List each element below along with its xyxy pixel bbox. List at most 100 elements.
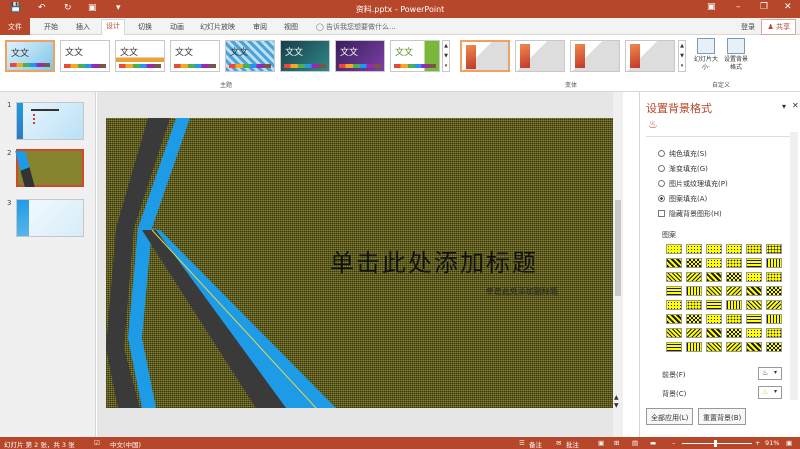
pattern-swatch[interactable] (706, 286, 722, 296)
slide-sorter-icon[interactable]: ⊞ (614, 439, 619, 447)
apply-to-all-button[interactable]: 全部应用(L) (646, 408, 694, 425)
pane-options-icon[interactable]: ▾ (782, 102, 786, 111)
restore-icon[interactable]: ❐ (760, 2, 768, 12)
option-pattern-fill[interactable]: 图案填充(A) (658, 194, 707, 204)
tab-animations[interactable]: 动画 (166, 21, 188, 33)
pattern-swatch[interactable] (666, 286, 682, 296)
minimize-icon[interactable]: – (736, 2, 741, 12)
theme-thumbnail[interactable]: 文文 (335, 40, 385, 72)
pattern-swatch[interactable] (726, 244, 742, 254)
current-slide[interactable]: 单击此处添加标题 单击此处添加副标题 (106, 118, 618, 408)
tab-slideshow[interactable]: 幻灯片放映 (196, 21, 239, 33)
foreground-color-button[interactable]: ♨ ▾ (758, 367, 782, 380)
pattern-swatch[interactable] (706, 314, 722, 324)
theme-thumbnail[interactable]: 文文 (115, 40, 165, 72)
variant-gallery-scroll[interactable]: ▲ ▼ ▾ (678, 40, 686, 72)
pattern-swatch[interactable] (706, 272, 722, 282)
ribbon-display-icon[interactable]: ▣ (707, 2, 716, 12)
pattern-swatch[interactable] (746, 244, 762, 254)
pane-scrollbar[interactable] (790, 132, 798, 400)
background-color-button[interactable]: ♨ ▾ (758, 386, 782, 399)
pattern-swatch[interactable] (766, 272, 782, 282)
pattern-swatch[interactable] (726, 286, 742, 296)
close-icon[interactable]: ✕ (784, 2, 792, 12)
notes-button[interactable]: 备注 (529, 439, 542, 449)
hide-background-graphics[interactable]: 隐藏背景图形(H) (658, 209, 722, 219)
pattern-swatch[interactable] (666, 258, 682, 268)
normal-view-icon[interactable]: ▣ (598, 439, 604, 447)
pattern-swatch[interactable] (746, 314, 762, 324)
checkbox-hide-bg[interactable] (658, 210, 665, 217)
reading-view-icon[interactable]: ▤ (632, 439, 638, 447)
pattern-swatch[interactable] (726, 300, 742, 310)
tab-view[interactable]: 视图 (280, 21, 302, 33)
pattern-swatch[interactable] (666, 244, 682, 254)
slide-thumbnail-3[interactable] (16, 199, 84, 237)
tab-insert[interactable]: 插入 (72, 21, 94, 33)
pane-close-icon[interactable]: ✕ (792, 101, 799, 110)
pattern-swatch[interactable] (746, 286, 762, 296)
option-gradient-fill[interactable]: 渐变填充(G) (658, 164, 708, 174)
pattern-swatch[interactable] (766, 342, 782, 352)
pattern-swatch[interactable] (746, 272, 762, 282)
pattern-swatch[interactable] (686, 258, 702, 268)
slide-title-placeholder[interactable]: 单击此处添加标题 (330, 243, 538, 278)
format-background-button[interactable]: 设置背景格式 (722, 38, 750, 72)
fill-bucket-icon[interactable]: ♨ (648, 118, 658, 131)
spellcheck-icon[interactable]: ☑ (94, 439, 100, 447)
tab-home[interactable]: 开始 (40, 21, 62, 33)
pattern-swatch[interactable] (686, 272, 702, 282)
theme-thumbnail[interactable]: 文文 (280, 40, 330, 72)
pattern-swatch[interactable] (706, 244, 722, 254)
pattern-swatch[interactable] (706, 342, 722, 352)
language-indicator[interactable]: 中文(中国) (110, 439, 141, 449)
pattern-swatch[interactable] (686, 314, 702, 324)
pattern-swatch[interactable] (726, 342, 742, 352)
pattern-swatch[interactable] (766, 300, 782, 310)
pattern-swatch[interactable] (686, 244, 702, 254)
pattern-swatch[interactable] (686, 286, 702, 296)
zoom-level[interactable]: 91% (765, 439, 779, 447)
zoom-slider[interactable] (682, 443, 752, 444)
zoom-out-icon[interactable]: – (672, 439, 675, 447)
pattern-swatch[interactable] (746, 300, 762, 310)
share-button[interactable]: ♟ 共享 (761, 19, 796, 35)
zoom-slider-thumb[interactable] (714, 440, 717, 447)
tab-design[interactable]: 设计 (101, 19, 125, 36)
comments-button[interactable]: 批注 (566, 439, 579, 449)
variant-thumbnail[interactable] (460, 40, 510, 72)
pattern-swatch[interactable] (666, 300, 682, 310)
theme-thumbnail[interactable]: 文文 (225, 40, 275, 72)
pattern-swatch[interactable] (666, 314, 682, 324)
canvas-scrollbar[interactable]: ▲ ▼ (613, 92, 623, 437)
theme-thumbnail[interactable]: 文文 (60, 40, 110, 72)
pattern-swatch[interactable] (766, 258, 782, 268)
slide-thumbnail-2[interactable] (15, 149, 84, 187)
scroll-arrows[interactable]: ▲ ▼ (614, 394, 619, 410)
radio-pattern-fill[interactable] (658, 195, 665, 202)
pattern-swatch[interactable] (686, 328, 702, 338)
pattern-swatch[interactable] (686, 300, 702, 310)
theme-gallery-scroll[interactable]: ▲ ▼ ▾ (442, 40, 450, 72)
pattern-swatch[interactable] (726, 258, 742, 268)
pattern-swatch[interactable] (666, 328, 682, 338)
slide-size-button[interactable]: 幻灯片大小· (694, 38, 718, 72)
pattern-swatch[interactable] (706, 328, 722, 338)
slide-subtitle-placeholder[interactable]: 单击此处添加副标题 (486, 286, 558, 297)
pattern-swatch[interactable] (766, 314, 782, 324)
pattern-swatch[interactable] (686, 342, 702, 352)
scrollbar-thumb[interactable] (615, 200, 621, 296)
pattern-swatch[interactable] (726, 314, 742, 324)
reset-background-button[interactable]: 重置背景(B) (698, 408, 747, 425)
variant-thumbnail[interactable] (625, 40, 675, 72)
radio-picture-fill[interactable] (658, 180, 665, 187)
slideshow-icon[interactable]: ▬ (650, 439, 656, 447)
pattern-swatch[interactable] (746, 342, 762, 352)
radio-gradient-fill[interactable] (658, 165, 665, 172)
signin-link[interactable]: 登录 (737, 21, 759, 33)
tab-transitions[interactable]: 切换 (134, 21, 156, 33)
pattern-swatch[interactable] (706, 300, 722, 310)
pattern-swatch[interactable] (706, 258, 722, 268)
pattern-swatch[interactable] (766, 244, 782, 254)
theme-thumbnail[interactable]: 文文 (170, 40, 220, 72)
